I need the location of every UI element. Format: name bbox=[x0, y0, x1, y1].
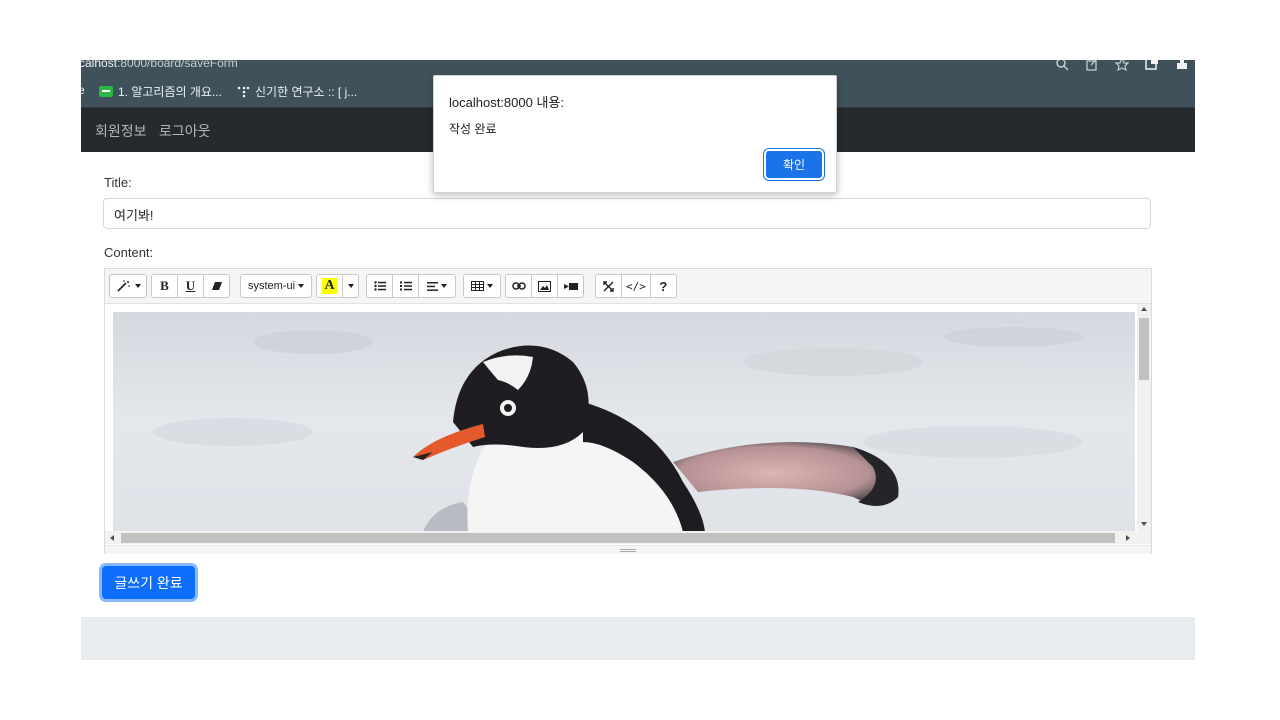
title-input[interactable]: 여기봐! bbox=[103, 198, 1151, 229]
dialog-message: 작성 완료 bbox=[449, 122, 497, 136]
video-icon[interactable] bbox=[557, 274, 584, 298]
dialog-title: localhost:8000 내용: bbox=[449, 95, 564, 110]
nav-user-info-link[interactable]: 회원정보 bbox=[95, 121, 147, 141]
vertical-scroll-thumb[interactable] bbox=[1139, 318, 1149, 380]
summernote-editor: B U system-ui A </> ? bbox=[104, 268, 1152, 554]
bookmark-partial-label: e bbox=[81, 83, 85, 97]
zoom-icon[interactable] bbox=[1055, 60, 1071, 71]
dialog-ok-button[interactable]: 확인 bbox=[766, 151, 822, 178]
editor-toolbar: B U system-ui A </> ? bbox=[105, 269, 1151, 304]
ordered-list-icon[interactable] bbox=[392, 274, 419, 298]
dots-favicon-icon bbox=[236, 86, 250, 98]
page-footer bbox=[81, 617, 1195, 660]
penguin-image bbox=[113, 312, 1135, 532]
editor-horizontal-scrollbar[interactable] bbox=[105, 531, 1151, 544]
editor-resize-handle[interactable] bbox=[105, 545, 1151, 554]
extensions-icon[interactable] bbox=[1175, 60, 1191, 71]
help-icon[interactable]: ? bbox=[649, 274, 677, 298]
title-label: Title: bbox=[104, 175, 132, 190]
tab-search-icon[interactable] bbox=[1145, 60, 1161, 71]
address-bar-icons bbox=[1055, 60, 1191, 71]
address-url: calhost:8000/board/saveForm bbox=[81, 60, 238, 70]
paragraph-align-icon[interactable] bbox=[418, 274, 456, 298]
bookmark-algorithm[interactable]: 1. 알고리즘의 개요... bbox=[99, 83, 222, 100]
fullscreen-icon[interactable] bbox=[595, 274, 622, 298]
magic-style-icon[interactable] bbox=[109, 274, 147, 298]
code-view-icon[interactable]: </> bbox=[621, 274, 651, 298]
bookmark-label: 신기한 연구소 :: [ j... bbox=[255, 85, 358, 99]
bookmark-lab[interactable]: 신기한 연구소 :: [ j... bbox=[236, 83, 357, 100]
submit-post-button[interactable]: 글쓰기 완료 bbox=[102, 566, 195, 599]
picture-icon[interactable] bbox=[531, 274, 558, 298]
editor-content-area[interactable] bbox=[105, 304, 1151, 544]
table-icon[interactable] bbox=[463, 274, 501, 298]
editor-vertical-scrollbar[interactable] bbox=[1137, 304, 1151, 531]
underline-icon[interactable]: U bbox=[177, 274, 204, 298]
link-icon[interactable] bbox=[505, 274, 532, 298]
bold-icon[interactable]: B bbox=[151, 274, 178, 298]
bookmark-star-icon[interactable] bbox=[1115, 60, 1131, 71]
text-color-dropdown-icon[interactable] bbox=[342, 274, 359, 298]
content-label: Content: bbox=[104, 245, 154, 260]
share-icon[interactable] bbox=[1085, 60, 1101, 71]
text-color-icon[interactable]: A bbox=[316, 274, 343, 298]
unordered-list-icon[interactable] bbox=[366, 274, 393, 298]
alert-dialog: localhost:8000 내용: 작성 완료 확인 bbox=[433, 75, 837, 193]
green-chat-favicon-icon bbox=[99, 86, 113, 97]
horizontal-scroll-thumb[interactable] bbox=[121, 533, 1115, 543]
resize-grip-icon bbox=[620, 549, 636, 552]
nav-logout-link[interactable]: 로그아웃 bbox=[159, 121, 211, 141]
address-bar[interactable]: calhost:8000/board/saveForm bbox=[81, 60, 1195, 74]
bookmark-label: 1. 알고리즘의 개요... bbox=[118, 85, 222, 99]
eraser-icon[interactable] bbox=[203, 274, 230, 298]
font-name-dropdown[interactable]: system-ui bbox=[240, 274, 312, 298]
